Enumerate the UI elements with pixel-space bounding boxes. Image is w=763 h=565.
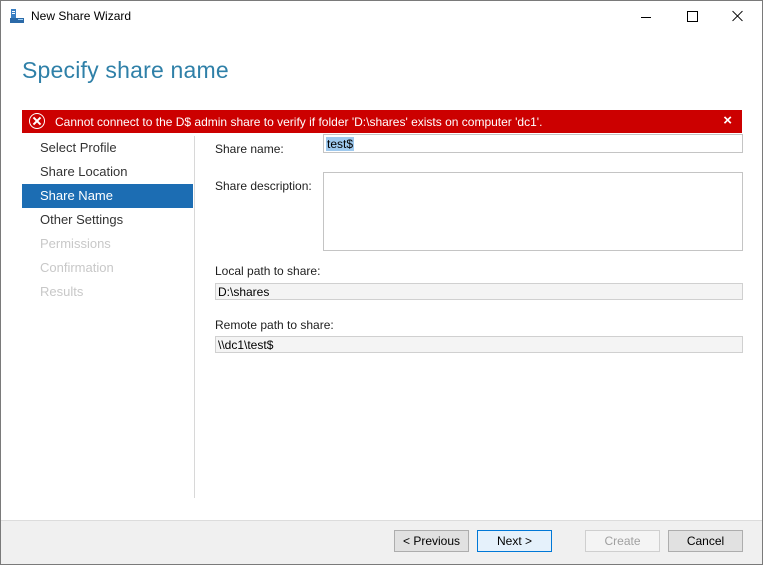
minimize-button[interactable] [623, 1, 669, 31]
previous-button[interactable]: < Previous [394, 530, 469, 552]
remote-path-field[interactable]: \\dc1\test$ [215, 336, 743, 353]
share-name-input[interactable]: test$ [323, 134, 743, 153]
window-title: New Share Wizard [31, 9, 132, 23]
nav-item-select-profile[interactable]: Select Profile [22, 136, 193, 160]
server-manager-app-icon [10, 9, 24, 23]
local-path-value: D:\shares [218, 285, 270, 299]
close-icon [732, 10, 744, 22]
nav-item-share-location[interactable]: Share Location [22, 160, 193, 184]
error-icon [29, 113, 45, 129]
nav-item-confirmation: Confirmation [40, 260, 114, 275]
local-path-label: Local path to share: [215, 264, 321, 278]
wizard-window: New Share Wizard Specify share name Cann… [0, 0, 763, 565]
wizard-steps-nav: Select Profile Share Location Share Name… [22, 136, 193, 304]
nav-item-share-name[interactable]: Share Name [22, 184, 193, 208]
maximize-icon [686, 10, 698, 22]
remote-path-label: Remote path to share: [215, 318, 334, 332]
next-button[interactable]: Next > [477, 530, 552, 552]
error-banner: Cannot connect to the D$ admin share to … [22, 110, 742, 133]
share-name-label: Share name: [215, 142, 284, 156]
maximize-button[interactable] [669, 1, 715, 31]
share-description-textarea[interactable] [323, 172, 743, 251]
nav-item-permissions: Permissions [40, 236, 111, 251]
nav-item-other-settings[interactable]: Other Settings [22, 208, 193, 232]
cancel-button[interactable]: Cancel [668, 530, 743, 552]
title-bar[interactable]: New Share Wizard [1, 1, 762, 31]
page-title: Specify share name [22, 57, 229, 83]
share-description-label: Share description: [215, 179, 312, 193]
error-message: Cannot connect to the D$ admin share to … [55, 115, 543, 129]
share-name-selected-text: test$ [326, 137, 355, 151]
nav-item-results: Results [40, 284, 84, 299]
dismiss-error-button[interactable]: × [723, 112, 732, 129]
nav-divider [194, 136, 195, 498]
minimize-icon [641, 16, 651, 18]
create-button: Create [585, 530, 660, 552]
local-path-field[interactable]: D:\shares [215, 283, 743, 300]
remote-path-value: \\dc1\test$ [218, 338, 274, 352]
button-bar: < Previous Next > Create Cancel [1, 520, 762, 564]
share-name-value: test$ [326, 137, 355, 151]
close-window-button[interactable] [715, 1, 761, 31]
